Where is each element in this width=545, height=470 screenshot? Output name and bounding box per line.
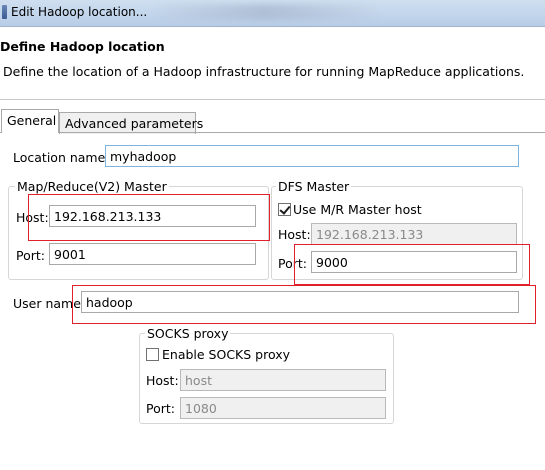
window-title: Edit Hadoop location... [11,5,148,19]
use-mr-master-host-label[interactable]: Use M/R Master host [293,202,422,217]
socks-port-label: Port: [146,401,175,416]
tab-strip-divider [0,132,545,133]
socks-port-input[interactable] [180,397,386,419]
highlight-box-mapreduce-host [28,194,270,241]
location-name-label: Location name: [13,150,110,165]
enable-socks-proxy-checkbox[interactable] [146,348,159,361]
enable-socks-proxy-label[interactable]: Enable SOCKS proxy [162,347,290,362]
app-icon [2,5,7,19]
mapreduce-master-title: Map/Reduce(V2) Master [15,179,169,194]
tab-advanced-parameters[interactable]: Advanced parameters [59,112,203,134]
location-name-input[interactable] [105,145,519,167]
dfs-host-input[interactable] [311,223,517,245]
title-bar-blur [150,4,380,20]
header-divider [0,99,545,100]
highlight-box-user-name [72,285,536,324]
socks-proxy-title: SOCKS proxy [145,326,231,341]
dialog-header [0,27,545,99]
use-mr-master-host-checkbox[interactable] [278,203,291,216]
dfs-host-label: Host: [278,227,311,242]
highlight-box-dfs-port [294,244,530,285]
socks-host-label: Host: [146,373,179,388]
socks-host-input[interactable] [180,369,386,391]
mapreduce-port-label: Port: [16,248,45,263]
dfs-master-title: DFS Master [276,179,352,194]
page-title: Define Hadoop location [0,39,165,54]
page-description: Define the location of a Hadoop infrastr… [3,64,525,79]
mapreduce-port-input[interactable] [49,243,256,265]
tab-general[interactable]: General [1,109,59,133]
